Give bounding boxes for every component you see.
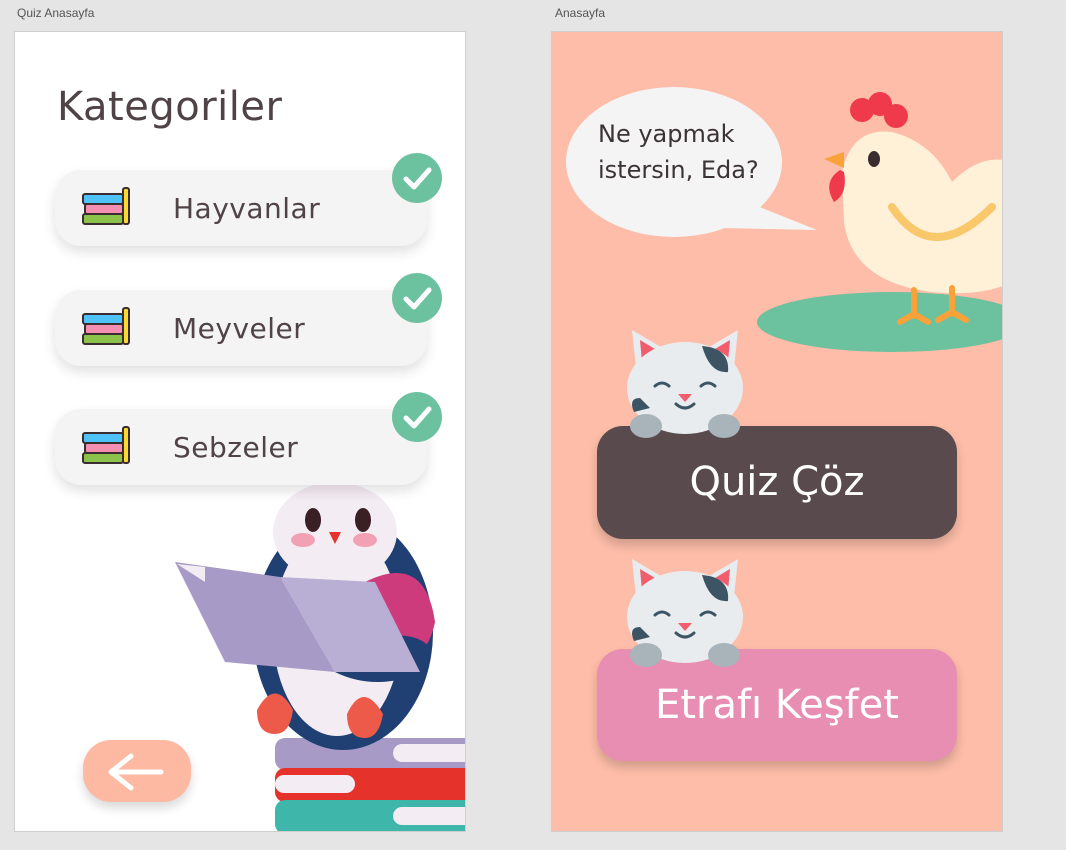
home-screen: Ne yapmak istersin, Eda? Quiz Çöz Etrafı… (551, 31, 1003, 832)
category-card-sebzeler[interactable]: Sebzeler (55, 409, 427, 485)
artboard-label-quiz-home: Quiz Anasayfa (17, 6, 95, 20)
category-card-meyveler[interactable]: Meyveler (55, 290, 427, 366)
arrow-left-icon (108, 753, 164, 791)
category-label: Sebzeler (173, 431, 299, 464)
books-icon (82, 187, 130, 225)
cat-face-icon (627, 559, 743, 667)
quiz-home-screen: Kategoriler Hayvanlar Meyveler Sebzeler (14, 31, 466, 832)
books-icon (82, 426, 130, 464)
chicken-illustration (566, 87, 1002, 352)
artboard-label-home: Anasayfa (555, 6, 606, 20)
check-icon (392, 273, 442, 323)
speech-bubble-text: Ne yapmak istersin, Eda? (598, 120, 759, 184)
check-icon (392, 392, 442, 442)
quiz-button[interactable]: Quiz Çöz (597, 426, 957, 539)
category-label: Meyveler (173, 312, 306, 345)
category-card-hayvanlar[interactable]: Hayvanlar (55, 170, 427, 246)
page-title: Kategoriler (57, 84, 283, 130)
category-label: Hayvanlar (173, 192, 321, 225)
cat-face-icon (627, 330, 743, 438)
check-icon (392, 153, 442, 203)
back-button[interactable] (83, 740, 191, 802)
penguin-reading-illustration (175, 482, 465, 831)
books-icon (82, 307, 130, 345)
